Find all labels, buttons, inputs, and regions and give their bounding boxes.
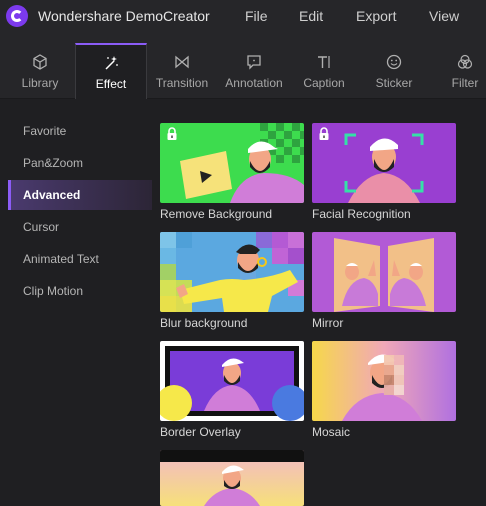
effect-card-remove-background[interactable]: Remove Background	[160, 123, 304, 223]
tab-caption[interactable]: Caption	[293, 44, 355, 98]
sidebar-item-favorite[interactable]: Favorite	[8, 116, 152, 146]
magic-wand-icon	[105, 56, 118, 70]
menu-export[interactable]: Export	[356, 8, 396, 24]
app-title: Wondershare DemoCreator	[38, 8, 210, 24]
menu-file[interactable]: File	[245, 8, 268, 24]
smiley-icon	[386, 54, 402, 70]
effect-label: Mirror	[312, 316, 344, 330]
effect-thumbnail	[160, 232, 304, 312]
sidebar-item-pan-zoom[interactable]: Pan&Zoom	[8, 148, 152, 178]
tab-label: Annotation	[225, 76, 283, 90]
effect-label: Border Overlay	[160, 425, 241, 439]
tab-filter[interactable]: Filter	[444, 44, 486, 98]
effect-label: Mosaic	[312, 425, 351, 439]
menu-view[interactable]: View	[429, 8, 459, 24]
effect-card-blur-background[interactable]: Blur background	[160, 232, 304, 332]
title-bar: Wondershare DemoCreator File Edit Export…	[0, 0, 486, 32]
effect-thumbnail	[312, 232, 456, 312]
effect-thumbnail	[312, 341, 456, 421]
scrollbar[interactable]	[480, 99, 486, 506]
tab-sticker[interactable]: Sticker	[362, 44, 426, 98]
tab-label: Library	[21, 76, 59, 90]
sidebar-item-advanced[interactable]: Advanced	[8, 180, 152, 210]
sidebar-item-clip-motion[interactable]: Clip Motion	[8, 276, 152, 306]
tab-label: Transition	[155, 76, 209, 90]
menu-edit[interactable]: Edit	[299, 8, 323, 24]
effect-card-partial[interactable]	[160, 450, 304, 506]
effect-thumbnail	[160, 450, 304, 506]
tab-transition[interactable]: Transition	[148, 44, 216, 98]
tab-label: Filter	[451, 76, 479, 90]
effect-thumbnail	[160, 123, 304, 203]
tab-bar: Library Effect Transition Annotation Cap…	[0, 32, 486, 99]
lock-icon	[167, 127, 177, 140]
effect-card-border-overlay[interactable]: Border Overlay	[160, 341, 304, 441]
effect-thumbnail	[160, 341, 304, 421]
tab-label: Effect	[95, 77, 127, 91]
filter-icon	[457, 54, 473, 69]
caption-icon	[318, 56, 330, 68]
effect-card-mosaic[interactable]: Mosaic	[312, 341, 456, 441]
effect-card-mirror[interactable]: Mirror	[312, 232, 456, 332]
effect-category-sidebar: Favorite Pan&Zoom Advanced Cursor Animat…	[0, 99, 152, 506]
tab-annotation[interactable]: Annotation	[218, 44, 290, 98]
sidebar-item-cursor[interactable]: Cursor	[8, 212, 152, 242]
effect-label: Remove Background	[160, 207, 273, 221]
app-logo-icon	[6, 5, 28, 27]
tab-effect[interactable]: Effect	[75, 43, 147, 99]
tab-library[interactable]: Library	[6, 44, 74, 98]
effect-label: Blur background	[160, 316, 248, 330]
cube-icon	[33, 54, 47, 70]
effect-card-facial-recognition[interactable]: Facial Recognition	[312, 123, 456, 223]
sidebar-item-animated-text[interactable]: Animated Text	[8, 244, 152, 274]
effect-label: Facial Recognition	[312, 207, 411, 221]
transition-icon	[175, 55, 189, 69]
tab-label: Sticker	[375, 76, 413, 90]
annotation-icon	[247, 55, 261, 70]
tab-label: Caption	[303, 76, 345, 90]
effect-thumbnail	[312, 123, 456, 203]
lock-icon	[319, 127, 329, 140]
